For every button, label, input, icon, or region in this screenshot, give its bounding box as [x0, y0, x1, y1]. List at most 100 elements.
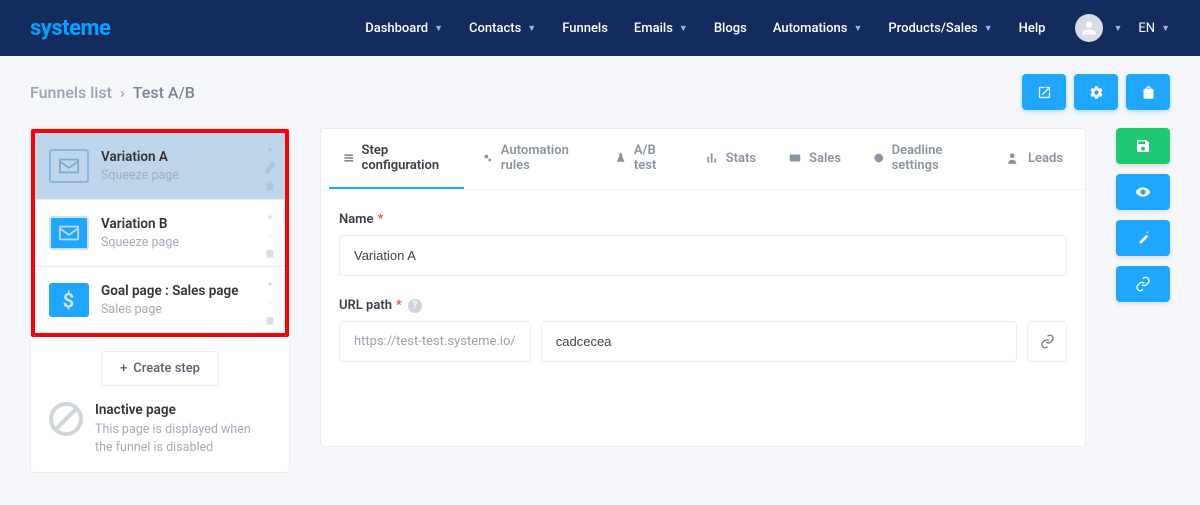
step-text: Variation A Squeeze page	[101, 149, 179, 183]
tab-label: Deadline settings	[892, 143, 975, 173]
nav-dashboard-label: Dashboard	[365, 21, 428, 36]
step-title: Variation B	[101, 216, 179, 232]
nav-products[interactable]: Products/Sales ▼	[878, 13, 1002, 44]
breadcrumb-sep: ›	[120, 83, 125, 102]
gear-icon	[1089, 85, 1104, 100]
link-icon[interactable]	[263, 161, 277, 175]
step-subtitle: Sales page	[101, 302, 238, 317]
url-path-input[interactable]	[541, 321, 1017, 362]
clock-icon	[873, 151, 885, 165]
language-selector[interactable]: EN ▼	[1138, 21, 1170, 36]
trash-icon[interactable]	[263, 179, 277, 193]
tab-leads[interactable]: Leads	[993, 129, 1077, 189]
page-action-buttons	[1022, 74, 1170, 110]
nav-products-label: Products/Sales	[888, 21, 977, 36]
step-title: Variation A	[101, 149, 179, 165]
cog-icon[interactable]	[263, 210, 277, 224]
copy-link-button[interactable]	[1027, 321, 1067, 362]
nav-blogs[interactable]: Blogs	[704, 13, 757, 44]
envelope-icon	[49, 149, 89, 183]
page-top-row: Funnels list › Test A/B	[30, 74, 1170, 110]
link-icon[interactable]	[263, 228, 277, 242]
step-item-goal-page[interactable]: $ Goal page : Sales page Sales page	[35, 267, 285, 333]
step-title: Goal page : Sales page	[101, 283, 238, 299]
help-icon[interactable]: ?	[408, 299, 422, 313]
share-link-button[interactable]	[1116, 266, 1170, 302]
step-item-variation-a[interactable]: Variation A Squeeze page	[35, 133, 285, 200]
envelope-icon	[49, 216, 89, 250]
create-step-button[interactable]: + Create step	[101, 351, 219, 386]
highlight-annotation: Variation A Squeeze page Variation B	[31, 129, 289, 337]
name-label: Name *	[339, 212, 1067, 227]
right-rail	[1116, 128, 1170, 302]
top-bar: systeme Dashboard▼ Contacts▼ Funnels Ema…	[0, 0, 1200, 56]
link-icon[interactable]	[263, 295, 277, 309]
tab-label: Stats	[726, 151, 756, 166]
breadcrumb-current: Test A/B	[133, 83, 195, 102]
url-label: URL path* ?	[339, 298, 1067, 313]
nav-help[interactable]: Help	[1009, 13, 1056, 44]
tab-bar: Step configuration Automation rules A/B …	[321, 129, 1085, 190]
save-button[interactable]	[1116, 128, 1170, 164]
nav-funnels[interactable]: Funnels	[552, 13, 618, 44]
nav-automations[interactable]: Automations▼	[763, 13, 873, 44]
create-step-label: Create step	[133, 361, 200, 376]
tab-label: Sales	[809, 151, 841, 166]
edit-button[interactable]	[1116, 220, 1170, 256]
list-icon	[343, 151, 355, 165]
nav-dashboard[interactable]: Dashboard▼	[355, 13, 453, 44]
link-icon	[1135, 276, 1151, 292]
eye-icon	[1135, 184, 1151, 200]
step-subtitle: Squeeze page	[101, 168, 179, 183]
chevron-down-icon: ▼	[984, 23, 993, 34]
shop-button[interactable]	[1126, 74, 1170, 110]
preview-button[interactable]	[1116, 174, 1170, 210]
tab-label: Automation rules	[501, 143, 584, 173]
url-field: URL path* ? https://test-test.systeme.io…	[339, 298, 1067, 362]
breadcrumb: Funnels list › Test A/B	[30, 83, 195, 102]
avatar[interactable]	[1075, 14, 1103, 42]
dollar-icon: $	[49, 283, 89, 317]
required-mark: *	[396, 298, 402, 313]
inactive-title: Inactive page	[95, 402, 271, 418]
step-text: Variation B Squeeze page	[101, 216, 179, 250]
tab-sales[interactable]: Sales	[774, 129, 855, 189]
inactive-subtitle: This page is displayed when the funnel i…	[95, 421, 271, 456]
cog-icon[interactable]	[263, 143, 277, 157]
tab-step-configuration[interactable]: Step configuration	[329, 129, 464, 189]
chevron-down-icon: ▼	[1161, 23, 1170, 34]
trash-icon[interactable]	[263, 313, 277, 327]
tab-stats[interactable]: Stats	[691, 129, 770, 189]
breadcrumb-root[interactable]: Funnels list	[30, 83, 112, 102]
step-controls	[263, 277, 277, 327]
shopping-bag-icon	[1141, 85, 1156, 100]
nav-contacts[interactable]: Contacts ▼	[459, 13, 546, 44]
top-nav: Dashboard▼ Contacts▼ Funnels Emails▼ Blo…	[355, 13, 1170, 44]
nav-contacts-label: Contacts	[469, 21, 521, 36]
name-input[interactable]	[339, 235, 1067, 276]
step-controls	[263, 143, 277, 193]
main-layout: Variation A Squeeze page Variation B	[30, 128, 1170, 473]
inactive-page-block[interactable]: Inactive page This page is displayed whe…	[31, 386, 289, 456]
step-item-variation-b[interactable]: Variation B Squeeze page	[35, 200, 285, 267]
nav-emails[interactable]: Emails▼	[624, 13, 698, 44]
name-label-text: Name	[339, 212, 373, 227]
card-icon	[788, 151, 802, 165]
cog-icon[interactable]	[263, 277, 277, 291]
trash-icon[interactable]	[263, 246, 277, 260]
form-area: Name * URL path* ? https://test-test.syst…	[321, 190, 1085, 406]
step-subtitle: Squeeze page	[101, 235, 179, 250]
tab-automation-rules[interactable]: Automation rules	[468, 129, 597, 189]
tab-deadline[interactable]: Deadline settings	[859, 129, 989, 189]
user-icon	[1081, 20, 1097, 36]
required-mark: *	[377, 212, 383, 227]
chevron-down-icon: ▼	[527, 23, 536, 34]
steps-sidebar: Variation A Squeeze page Variation B	[30, 128, 290, 473]
language-label: EN	[1138, 21, 1155, 36]
url-prefix: https://test-test.systeme.io/	[339, 321, 531, 362]
name-field: Name *	[339, 212, 1067, 276]
settings-button[interactable]	[1074, 74, 1118, 110]
bar-chart-icon	[705, 151, 719, 165]
open-external-button[interactable]	[1022, 74, 1066, 110]
tab-ab-test[interactable]: A/B test	[601, 129, 686, 189]
